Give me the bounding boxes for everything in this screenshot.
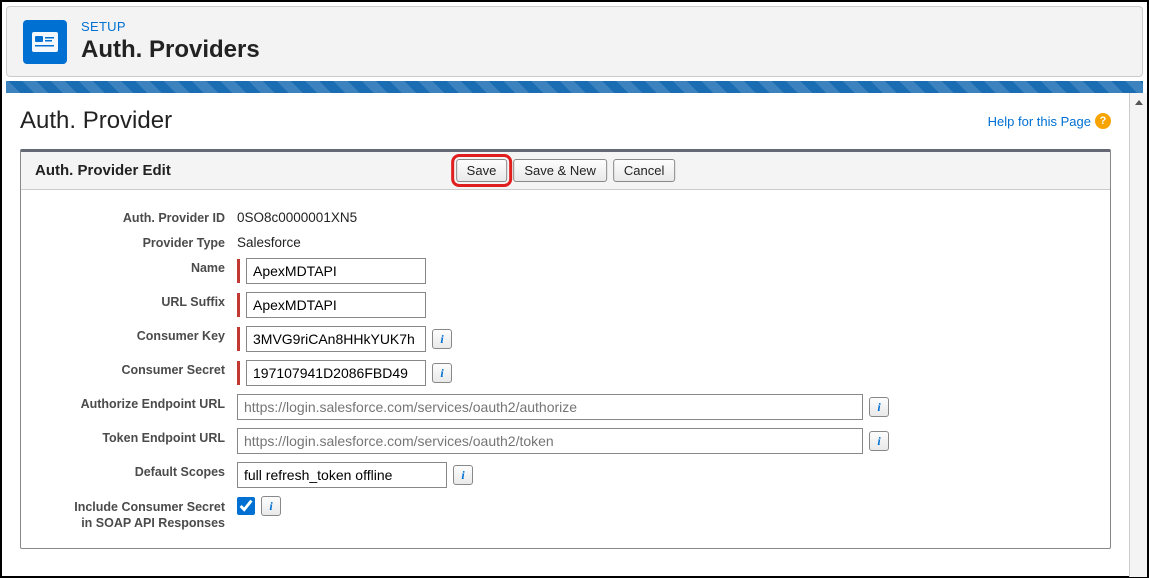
scroll-up-icon[interactable] xyxy=(1131,95,1147,111)
row-name: Name xyxy=(37,258,1094,284)
include-secret-checkbox[interactable] xyxy=(237,497,255,515)
required-indicator xyxy=(237,327,240,351)
info-icon: i xyxy=(461,468,464,483)
row-authorize-url: Authorize Endpoint URL i xyxy=(37,394,1094,420)
panel-title: Auth. Provider Edit xyxy=(35,162,171,179)
row-include-secret: Include Consumer Secretin SOAP API Respo… xyxy=(37,496,1094,532)
info-icon: i xyxy=(440,366,443,381)
consumer-secret-input[interactable] xyxy=(246,360,426,386)
label-provider-id: Auth. Provider ID xyxy=(37,208,237,225)
button-row: Save Save & New Cancel xyxy=(456,159,676,182)
required-indicator xyxy=(237,293,240,317)
info-button-default-scopes[interactable]: i xyxy=(453,465,473,485)
panel-header: Auth. Provider Edit Save Save & New Canc… xyxy=(21,152,1110,190)
label-provider-type: Provider Type xyxy=(37,233,237,250)
row-provider-type: Provider Type Salesforce xyxy=(37,233,1094,250)
save-button[interactable]: Save xyxy=(456,159,508,182)
label-default-scopes: Default Scopes xyxy=(37,462,237,479)
token-url-input[interactable] xyxy=(237,428,863,454)
value-provider-type: Salesforce xyxy=(237,233,301,250)
url-suffix-input[interactable] xyxy=(246,292,426,318)
info-icon: i xyxy=(269,499,272,514)
divider-pattern xyxy=(6,81,1143,93)
row-url-suffix: URL Suffix xyxy=(37,292,1094,318)
save-new-button[interactable]: Save & New xyxy=(513,159,607,182)
row-provider-id: Auth. Provider ID 0SO8c0000001XN5 xyxy=(37,208,1094,225)
required-indicator xyxy=(237,259,240,283)
id-card-icon xyxy=(23,20,67,64)
consumer-key-input[interactable] xyxy=(246,326,426,352)
default-scopes-input[interactable] xyxy=(237,462,447,488)
form-body: Auth. Provider ID 0SO8c0000001XN5 Provid… xyxy=(21,190,1110,548)
label-include-secret: Include Consumer Secretin SOAP API Respo… xyxy=(37,496,237,532)
info-button-consumer-key[interactable]: i xyxy=(432,329,452,349)
required-indicator xyxy=(237,361,240,385)
info-icon: i xyxy=(440,332,443,347)
row-consumer-key: Consumer Key i xyxy=(37,326,1094,352)
content-area: Auth. Provider Help for this Page ? Auth… xyxy=(2,93,1147,577)
info-button-authorize-url[interactable]: i xyxy=(869,397,889,417)
info-button-consumer-secret[interactable]: i xyxy=(432,363,452,383)
info-icon: i xyxy=(877,434,880,449)
value-provider-id: 0SO8c0000001XN5 xyxy=(237,208,357,225)
page-header: SETUP Auth. Providers xyxy=(6,6,1143,77)
help-link[interactable]: Help for this Page ? xyxy=(988,113,1111,129)
page-heading: Auth. Provider xyxy=(20,107,172,135)
label-authorize-url: Authorize Endpoint URL xyxy=(37,394,237,411)
name-input[interactable] xyxy=(246,258,426,284)
label-url-suffix: URL Suffix xyxy=(37,292,237,309)
help-link-text: Help for this Page xyxy=(988,114,1091,129)
edit-panel: Auth. Provider Edit Save Save & New Canc… xyxy=(20,149,1111,549)
row-consumer-secret: Consumer Secret i xyxy=(37,360,1094,386)
authorize-url-input[interactable] xyxy=(237,394,863,420)
info-button-include-secret[interactable]: i xyxy=(261,496,281,516)
app-window: SETUP Auth. Providers Auth. Provider Hel… xyxy=(0,0,1149,578)
cancel-button[interactable]: Cancel xyxy=(613,159,675,182)
row-default-scopes: Default Scopes i xyxy=(37,462,1094,488)
label-token-url: Token Endpoint URL xyxy=(37,428,237,445)
label-consumer-key: Consumer Key xyxy=(37,326,237,343)
row-token-url: Token Endpoint URL i xyxy=(37,428,1094,454)
scrollbar[interactable] xyxy=(1129,93,1147,577)
header-text: SETUP Auth. Providers xyxy=(81,19,260,64)
page-heading-row: Auth. Provider Help for this Page ? xyxy=(20,107,1111,135)
info-button-token-url[interactable]: i xyxy=(869,431,889,451)
label-name: Name xyxy=(37,258,237,275)
page-title: Auth. Providers xyxy=(81,36,260,64)
setup-label: SETUP xyxy=(81,19,260,34)
info-icon: i xyxy=(877,400,880,415)
label-consumer-secret: Consumer Secret xyxy=(37,360,237,377)
help-icon: ? xyxy=(1095,113,1111,129)
